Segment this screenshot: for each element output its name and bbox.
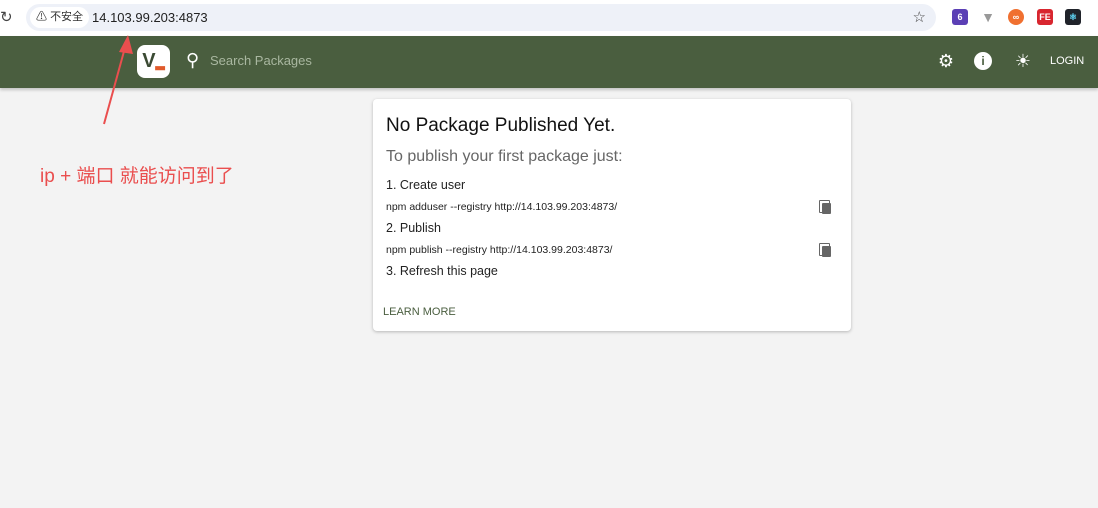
step-label: 3. Refresh this page — [386, 264, 498, 278]
extension-icon[interactable]: 6 — [952, 9, 968, 25]
bookmark-star-icon[interactable]: ☆ — [913, 8, 926, 26]
card-subtitle: To publish your first package just: — [386, 148, 623, 165]
extension-icon[interactable]: ∞ — [1008, 9, 1024, 25]
vue-extension-icon[interactable]: ▼ — [980, 9, 996, 25]
command-text: npm publish --registry http://14.103.99.… — [386, 244, 613, 256]
step-label: 1. Create user — [386, 178, 466, 192]
card-title: No Package Published Yet. — [386, 115, 616, 136]
fe-extension-icon[interactable]: FE — [1037, 9, 1053, 25]
copy-icon[interactable] — [819, 200, 831, 214]
help-card: No Package Published Yet. To publish you… — [373, 99, 851, 331]
copy-icon[interactable] — [819, 243, 831, 257]
annotation-text: ip + 端口 就能访问到了 — [40, 166, 234, 187]
annotation-arrow — [103, 35, 133, 125]
react-extension-icon[interactable]: ⚛ — [1065, 9, 1081, 25]
login-button[interactable]: LOGIN — [1050, 55, 1084, 67]
gear-icon[interactable]: ⚙ — [935, 50, 957, 72]
learn-more-button[interactable]: LEARN MORE — [383, 306, 456, 318]
step-label: 2. Publish — [386, 221, 441, 235]
command-text: npm adduser --registry http://14.103.99.… — [386, 201, 618, 213]
theme-sun-icon[interactable]: ☀ — [1012, 50, 1034, 72]
info-icon[interactable]: i — [974, 52, 992, 70]
